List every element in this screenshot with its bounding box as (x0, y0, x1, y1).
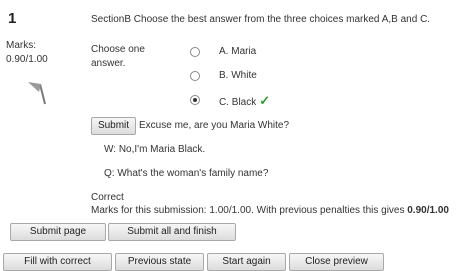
option-a[interactable]: A. Maria (219, 46, 256, 57)
close-preview-button[interactable]: Close preview (289, 253, 384, 271)
result-status: Correct (91, 192, 124, 203)
question-number: 1 (8, 10, 17, 27)
marks-submission-value: 0.90/1.00 (407, 205, 449, 216)
option-c[interactable]: C. Black ✓ (219, 93, 270, 109)
dialogue-line-w: W: No,I'm Maria Black. (104, 144, 206, 155)
start-again-button[interactable]: Start again (207, 253, 286, 271)
answer-prompt: Choose one answer. (91, 44, 145, 69)
option-a-letter: A. (219, 46, 229, 57)
submit-button[interactable]: Submit (91, 117, 136, 135)
option-b[interactable]: B. White (219, 70, 257, 81)
option-c-label: Black (231, 97, 257, 108)
marks-submission: Marks for this submission: 1.00/1.00. Wi… (91, 205, 449, 216)
radio-option-b[interactable] (190, 71, 200, 81)
marks-value: 0.90/1.00 (6, 54, 48, 65)
option-c-letter: C. (219, 97, 229, 108)
option-a-label: Maria (231, 46, 257, 57)
option-b-label: White (231, 70, 257, 81)
option-b-letter: B. (219, 70, 229, 81)
marks-submission-text: Marks for this submission: 1.00/1.00. Wi… (91, 205, 408, 216)
submit-page-button[interactable]: Submit page (10, 223, 106, 241)
flag-icon[interactable] (27, 78, 51, 106)
marks-label: Marks: (6, 40, 36, 51)
radio-option-a[interactable] (190, 47, 200, 57)
fill-correct-button[interactable]: Fill with correct (3, 253, 112, 271)
radio-option-c[interactable] (190, 95, 200, 105)
previous-state-button[interactable]: Previous state (115, 253, 204, 271)
question-text: SectionB Choose the best answer from the… (91, 14, 431, 25)
checkmark-icon: ✓ (259, 93, 271, 108)
dialogue-line-q: Q: What's the woman's family name? (104, 168, 269, 179)
audio-text: Excuse me, are you Maria White? (139, 120, 290, 131)
submit-all-button[interactable]: Submit all and finish (108, 223, 236, 241)
